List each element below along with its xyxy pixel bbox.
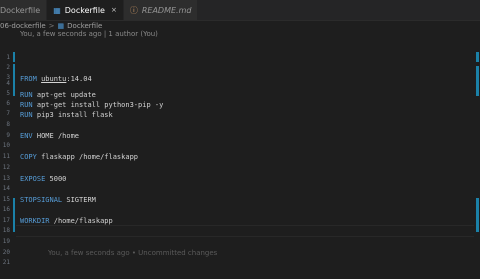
scroll-change-marker [476, 52, 479, 62]
code-line[interactable]: 8 ENV HOME /home [0, 110, 480, 139]
code-line[interactable]: 21 [0, 248, 480, 266]
code-line[interactable]: 5 RUN apt-get install python3-pip -y [0, 79, 480, 108]
scroll-change-marker [476, 66, 479, 96]
breadcrumb-folder[interactable]: 06-dockerfile [0, 22, 46, 30]
code-line[interactable]: 17 [0, 206, 480, 224]
breadcrumb-separator: > [48, 21, 55, 30]
vertical-scrollbar[interactable] [474, 40, 480, 270]
tab-label: Dockerfile [0, 5, 41, 15]
tab-label: README.md [141, 5, 192, 15]
code-line[interactable]: 6 RUN pip3 install flask [0, 89, 480, 118]
line-number: 21 [2, 259, 10, 267]
close-icon[interactable]: × [111, 6, 117, 14]
code-line[interactable]: 13 [0, 164, 480, 182]
code-line[interactable]: 2 FROM ubuntu:14.04 [0, 53, 480, 82]
code-line[interactable]: 9 [0, 121, 480, 139]
docker-icon: ▦ [53, 5, 61, 15]
code-line[interactable]: 1 [0, 43, 480, 61]
codelens-blame[interactable]: You, a few seconds ago | 1 author (You) [20, 30, 158, 38]
docker-icon: ▦ [57, 21, 65, 30]
tab-label: Dockerfile [64, 5, 105, 15]
info-icon: ⓘ [129, 5, 138, 15]
tab-bar: Dockerfile ▦ Dockerfile × ⓘ README.md [0, 0, 480, 21]
code-line[interactable]: 7 [0, 99, 480, 117]
scroll-change-marker [476, 198, 479, 232]
code-line[interactable]: 19 You, a few seconds ago • Uncommitted … [0, 227, 480, 256]
code-line[interactable]: 20 [0, 238, 480, 256]
code-line[interactable]: 14 STOPSIGNAL SIGTERM [0, 174, 480, 203]
code-line[interactable]: 16 WORKDIR /home/flaskapp [0, 195, 480, 224]
code-line[interactable]: 18 [0, 216, 480, 234]
breadcrumb-file[interactable]: Dockerfile [67, 22, 102, 30]
code-line[interactable]: 10 COPY flaskapp /home/flaskapp [0, 131, 480, 160]
code-line[interactable]: 12 EXPOSE 5000 [0, 153, 480, 182]
code-line[interactable]: 4 RUN apt-get update [0, 69, 480, 98]
code-line[interactable]: 11 [0, 142, 480, 160]
code-editor[interactable]: 1 2 FROM ubuntu:14.04 3 4 RUN apt-get up… [0, 40, 480, 270]
tab-readme[interactable]: ⓘ README.md [123, 0, 199, 20]
tab-dockerfile-active[interactable]: ▦ Dockerfile × [47, 0, 124, 20]
tab-dockerfile-1[interactable]: Dockerfile [0, 0, 48, 20]
code-line[interactable]: 15 [0, 185, 480, 203]
